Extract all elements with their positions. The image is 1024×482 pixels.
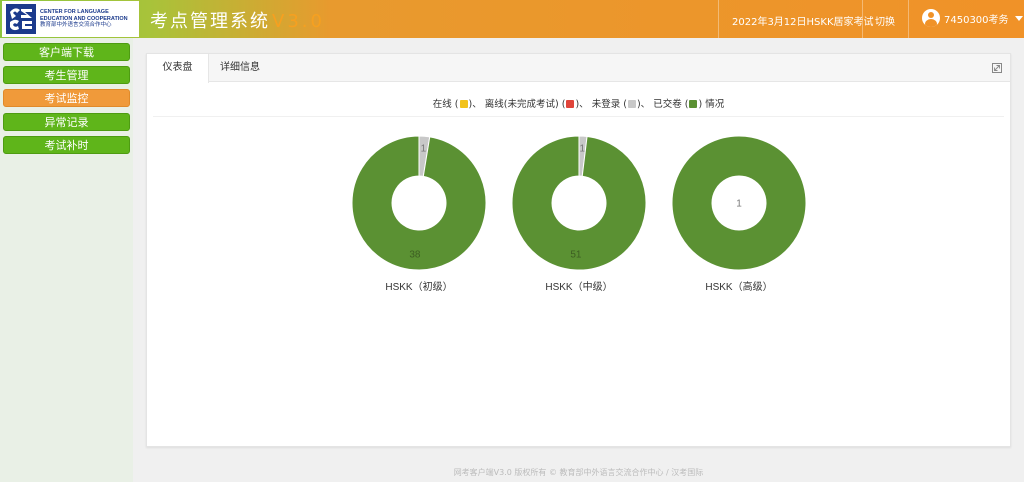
user-label: 7450300考务 bbox=[944, 14, 1009, 26]
sidebar-item-candidate-management[interactable]: 考生管理 bbox=[3, 66, 130, 84]
donut-chart-title: HSKK（高级） bbox=[705, 280, 772, 293]
exam-name: 2022年3月12日HSKK居家考试 bbox=[732, 17, 874, 28]
user-menu[interactable]: 7450300考务 bbox=[922, 9, 1023, 27]
top-header: CENTER FOR LANGUAGE EDUCATION AND COOPER… bbox=[0, 0, 1024, 38]
sidebar-item-client-download[interactable]: 客户端下载 bbox=[3, 43, 130, 61]
switch-exam-link[interactable]: 切换 bbox=[875, 13, 895, 28]
cle-logo-icon bbox=[6, 4, 36, 34]
donut-chart: 1 HSKK（高级） bbox=[671, 135, 807, 293]
footer-copyright: 网考客户端V3.0 版权所有 © 教育部中外语言交流合作中心 / 汉考国际 bbox=[453, 468, 704, 477]
sidebar-item-exception-records[interactable]: 异常记录 bbox=[3, 113, 130, 131]
app-title: 考点管理系统 V3.0 bbox=[150, 7, 325, 33]
donut-slice-label: 51 bbox=[570, 249, 582, 260]
donut-chart: 1 38 HSKK（初级） bbox=[351, 135, 487, 293]
dashboard-card: 仪表盘 详细信息 在线 ()、 离线(未完成考试) ()、 未登录 ()、 已交… bbox=[146, 53, 1011, 447]
logo-text: CENTER FOR LANGUAGE EDUCATION AND COOPER… bbox=[40, 9, 128, 29]
app-title-text: 考点管理系统 bbox=[150, 11, 270, 32]
donut-chart-title: HSKK（中级） bbox=[545, 280, 612, 293]
logo-cn: 教育部中外语言交流合作中心 bbox=[40, 22, 112, 29]
donut-slice-label: 38 bbox=[409, 249, 421, 260]
donut-slice-label: 1 bbox=[421, 144, 427, 155]
header-divider bbox=[718, 0, 719, 38]
app-version: V3.0 bbox=[272, 11, 325, 32]
logo: CENTER FOR LANGUAGE EDUCATION AND COOPER… bbox=[2, 1, 139, 37]
header-divider bbox=[862, 0, 863, 38]
chevron-down-icon bbox=[1014, 15, 1023, 21]
donut-chart: 151HSKK（中级） bbox=[511, 135, 647, 293]
sidebar-item-exam-monitoring[interactable]: 考试监控 bbox=[3, 89, 130, 107]
donut-slice-label: 1 bbox=[736, 199, 742, 210]
user-avatar-icon bbox=[922, 9, 940, 27]
sidebar-item-exam-extra-time[interactable]: 考试补时 bbox=[3, 136, 130, 154]
donut-chart-title: HSKK（初级） bbox=[385, 280, 452, 293]
sidebar: 客户端下载 考生管理 考试监控 异常记录 考试补时 bbox=[0, 38, 133, 482]
donut-charts: 138HSKK（初级）151HSKK（中级）1HSKK（高级） bbox=[351, 135, 807, 293]
header-divider bbox=[908, 0, 909, 38]
